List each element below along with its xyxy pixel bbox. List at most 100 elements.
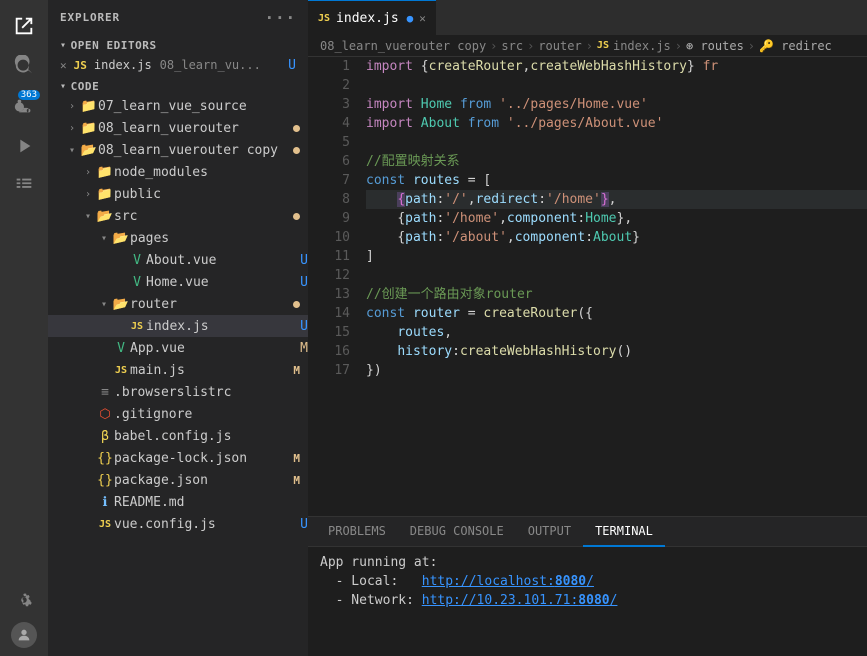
json-file-icon: {} [96,451,114,466]
tab-index-js[interactable]: JS index.js ● ✕ [308,0,436,35]
file-label: index.js [146,319,300,334]
folder-src[interactable]: ▾ 📂 src [48,205,308,227]
network-link[interactable]: http://10.23.101.71:8080/ [422,593,618,608]
file-badge: M [293,452,300,465]
folder-label: src [114,209,293,224]
file-browserslistrc[interactable]: ≡ .browserslistrc [48,381,308,403]
code-content: 12345 678910 1112131415 1617 import {cre… [308,57,867,516]
sidebar: EXPLORER ··· ▾ OPEN EDITORS ✕ JS index.j… [48,0,308,656]
code-line: routes, [366,323,867,342]
folder-public[interactable]: › 📁 public [48,183,308,205]
open-editor-badge: U [288,58,296,73]
code-line: import {createRouter,createWebHashHistor… [366,57,867,76]
breadcrumb-item[interactable]: 08_learn_vuerouter copy [320,39,486,53]
activity-bar: 363 [0,0,48,656]
folder-icon: 📁 [96,187,114,202]
file-gitignore[interactable]: ⬡ .gitignore [48,403,308,425]
js-file-icon: JS [74,59,87,72]
settings-icon[interactable] [6,582,42,618]
explorer-icon[interactable] [6,8,42,44]
code-section[interactable]: ▾ CODE [48,76,308,95]
open-editors-section[interactable]: ▾ OPEN EDITORS [48,35,308,54]
tab-js-icon: JS [318,13,330,24]
sidebar-actions: ··· [264,8,296,27]
git-file-icon: ⬡ [96,407,114,422]
panel-tabs: PROBLEMS DEBUG CONSOLE OUTPUT TERMINAL [308,517,867,547]
file-index-js[interactable]: JS index.js U [48,315,308,337]
open-editor-item[interactable]: ✕ JS index.js 08_learn_vu... U [48,54,308,76]
file-label: .browserslistrc [114,385,308,400]
vue-file-icon: V [128,275,146,290]
folder-07[interactable]: › 📁 07_learn_vue_source [48,95,308,117]
source-control-badge: 363 [18,90,40,100]
breadcrumb-item[interactable]: ⊛ routes [686,39,744,53]
folder-08-copy[interactable]: ▾ 📂 08_learn_vuerouter copy [48,139,308,161]
folder-icon: 📂 [80,143,98,158]
folder-icon: 📂 [112,231,130,246]
tab-close-icon[interactable]: ✕ [419,12,426,25]
js-file-icon: JS [128,321,146,332]
file-babel-config[interactable]: β babel.config.js [48,425,308,447]
breadcrumb-item[interactable]: index.js [613,39,671,53]
code-line: ] [366,247,867,266]
breadcrumb-item[interactable]: 🔑 redirec [759,39,832,53]
file-package-json[interactable]: {} package.json M [48,469,308,491]
local-link[interactable]: http://localhost:8080/ [422,574,594,589]
folder-router[interactable]: ▾ 📂 router [48,293,308,315]
line-numbers: 12345 678910 1112131415 1617 [308,57,358,516]
file-label: App.vue [130,341,300,356]
js-file-icon: JS [96,519,114,530]
file-badge: U [300,319,308,334]
avatar[interactable] [11,622,37,648]
sidebar-more-icon[interactable]: ··· [264,8,296,27]
file-package-lock[interactable]: {} package-lock.json M [48,447,308,469]
source-control-icon[interactable]: 363 [6,88,42,124]
breadcrumb-item[interactable]: src [501,39,523,53]
file-label: .gitignore [114,407,308,422]
folder-node-modules[interactable]: › 📁 node_modules [48,161,308,183]
code-line: //创建一个路由对象router [366,285,867,304]
folder-label: 08_learn_vuerouter copy [98,143,293,158]
file-label: README.md [114,495,308,510]
code-line: history:createWebHashHistory() [366,342,867,361]
code-line: {path:'/',redirect:'/home'}, [366,190,867,209]
file-home-vue[interactable]: V Home.vue U [48,271,308,293]
run-debug-icon[interactable] [6,128,42,164]
code-line: //配置映射关系 [366,152,867,171]
vue-file-icon: V [112,341,130,356]
close-editor-icon[interactable]: ✕ [60,59,67,72]
code-line: const routes = [ [366,171,867,190]
file-vue-config[interactable]: JS vue.config.js U [48,513,308,535]
file-about-vue[interactable]: V About.vue U [48,249,308,271]
search-icon[interactable] [6,48,42,84]
breadcrumb-item[interactable]: router [538,39,581,53]
folder-label: node_modules [114,165,308,180]
tab-problems[interactable]: PROBLEMS [316,517,398,547]
file-label: Home.vue [146,275,300,290]
extensions-icon[interactable] [6,168,42,204]
modified-dot [293,147,300,154]
folder-icon: 📁 [80,121,98,136]
tab-output[interactable]: OUTPUT [516,517,583,547]
code-line: {path:'/home',component:Home}, [366,209,867,228]
modified-dot [293,125,300,132]
folder-label: router [130,297,293,312]
code-line [366,133,867,152]
tabs-bar: JS index.js ● ✕ [308,0,867,35]
file-readme[interactable]: ℹ README.md [48,491,308,513]
tab-debug-console[interactable]: DEBUG CONSOLE [398,517,516,547]
open-editor-filename: index.js [94,58,152,72]
activity-bottom [6,582,42,656]
folder-pages[interactable]: ▾ 📂 pages [48,227,308,249]
file-badge: M [293,474,300,487]
breadcrumb: 08_learn_vuerouter copy › src › router ›… [308,35,867,57]
folder-08[interactable]: › 📁 08_learn_vuerouter [48,117,308,139]
folder-icon: 📂 [112,297,130,312]
folder-label: pages [130,231,308,246]
folder-icon: 📂 [96,209,114,224]
file-main-js[interactable]: JS main.js M [48,359,308,381]
file-app-vue[interactable]: V App.vue M [48,337,308,359]
tab-terminal[interactable]: TERMINAL [583,517,665,547]
editor-area: JS index.js ● ✕ 08_learn_vuerouter copy … [308,0,867,656]
file-label: main.js [130,363,293,378]
